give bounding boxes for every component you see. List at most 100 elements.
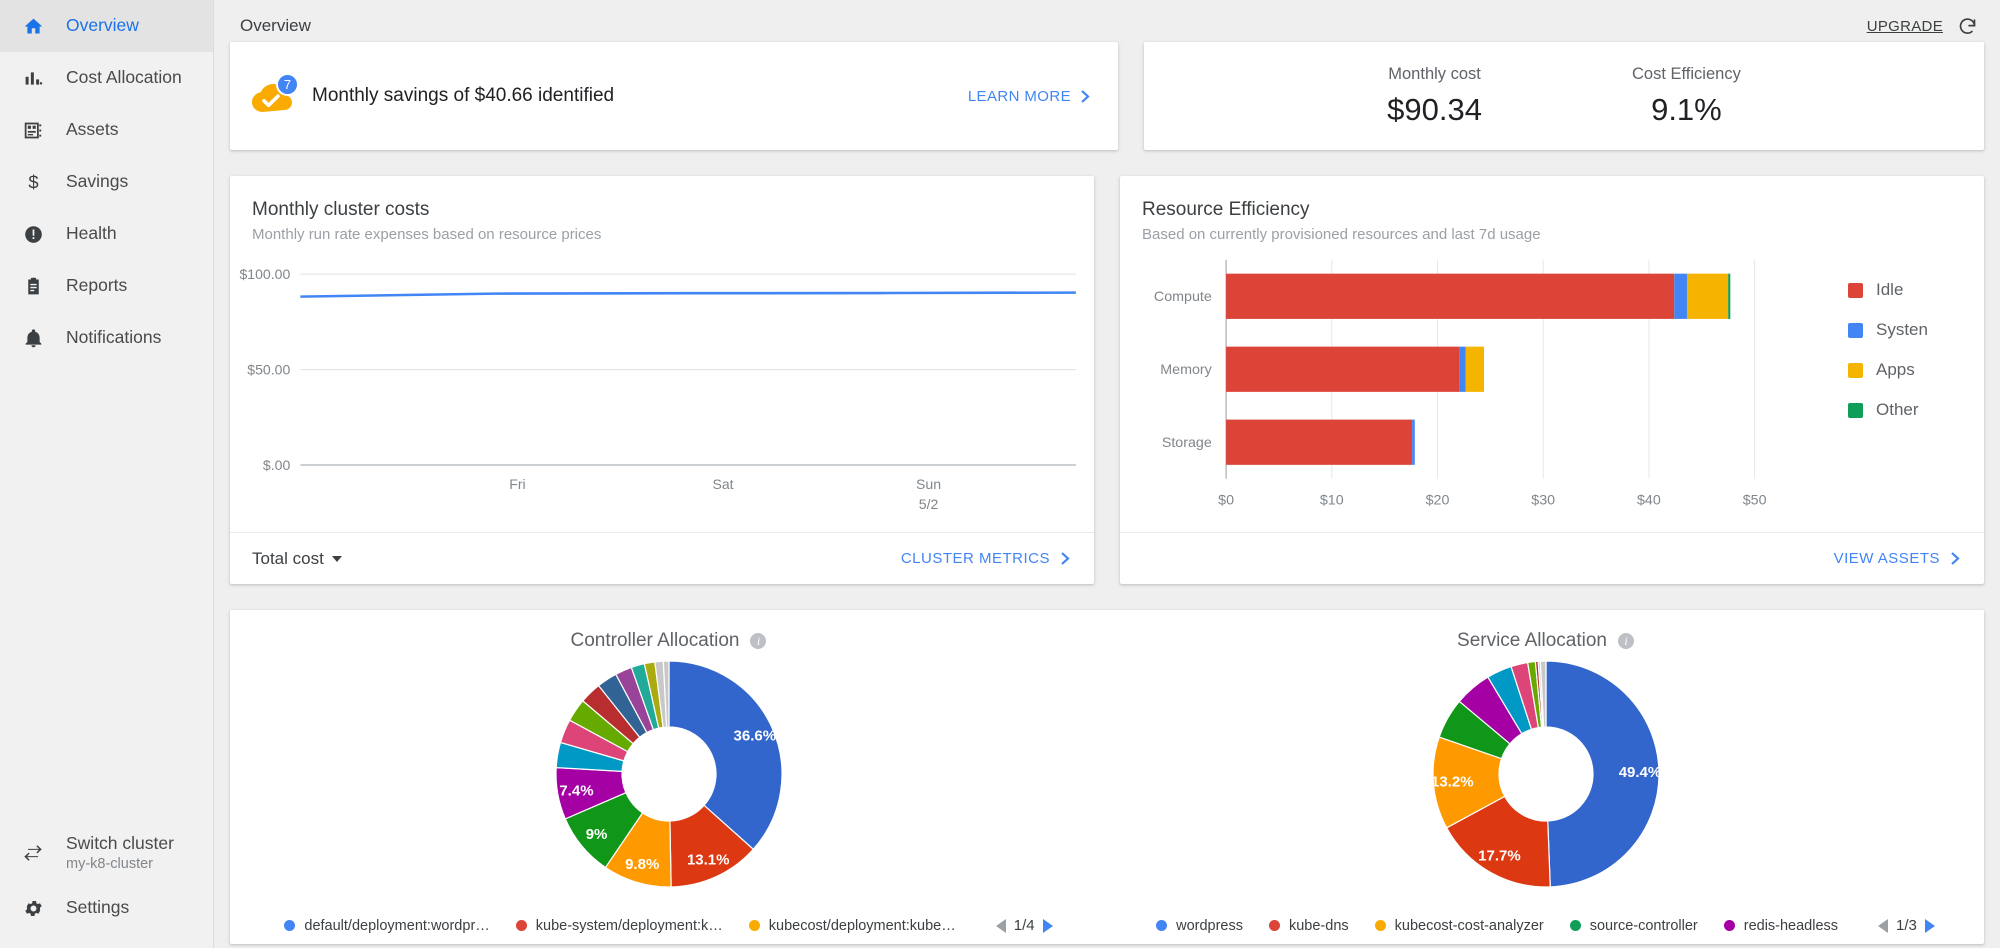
upgrade-button[interactable]: UPGRADE	[1867, 18, 1943, 35]
legend-label: kube-system/deployment:k…	[535, 917, 723, 934]
learn-more-label: LEARN MORE	[967, 87, 1071, 105]
controller-allocation-chart[interactable]: 36.6% 13.1% 9.8% 9% 7.4%	[553, 658, 785, 890]
metric-label: Cost Efficiency	[1632, 64, 1741, 83]
sidebar-item-cost-allocation[interactable]: Cost Allocation	[0, 52, 213, 104]
metric-label: Monthly cost	[1388, 64, 1481, 83]
sidebar-item-label: Reports	[66, 275, 128, 296]
legend-label: kubecost/deployment:kube…	[768, 917, 956, 934]
bar-chart-icon	[22, 67, 44, 89]
legend-item[interactable]: kubecost/deployment:kube…	[748, 917, 956, 934]
alert-icon	[22, 223, 44, 245]
savings-message: Monthly savings of $40.66 identified	[312, 85, 615, 106]
metric-value: 9.1%	[1651, 91, 1722, 127]
legend-item[interactable]: default/deployment:wordpr…	[284, 917, 490, 934]
legend-label: Systen	[1876, 320, 1928, 340]
info-icon[interactable]: i	[1617, 633, 1634, 649]
sidebar-item-reports[interactable]: Reports	[0, 260, 213, 312]
legend-label: source-controller	[1589, 917, 1698, 934]
legend-dot	[1374, 920, 1386, 931]
sidebar-item-label: Health	[66, 223, 117, 244]
home-icon	[22, 15, 44, 37]
service-donut-wrap: 49.4% 17.7% 13.2%	[1430, 658, 1662, 895]
next-page-arrow-icon[interactable]	[1042, 918, 1053, 933]
svg-text:Storage: Storage	[1162, 434, 1212, 450]
info-icon[interactable]: i	[750, 633, 767, 649]
total-cost-dropdown[interactable]: Total cost	[252, 549, 342, 569]
svg-text:Memory: Memory	[1160, 361, 1212, 377]
view-assets-label: VIEW ASSETS	[1833, 550, 1940, 567]
next-page-arrow-icon[interactable]	[1924, 918, 1935, 933]
svg-text:$.00: $.00	[263, 457, 291, 473]
legend-item[interactable]: wordpress	[1156, 918, 1243, 934]
svg-text:$0: $0	[1218, 492, 1234, 508]
sidebar-item-health[interactable]: Health	[0, 208, 213, 260]
legend-item[interactable]: Apps	[1848, 360, 1984, 380]
legend-label: kubecost-cost-analyzer	[1394, 917, 1544, 934]
legend-item[interactable]: redis-headless	[1723, 918, 1838, 934]
savings-message-group: 7 Monthly savings of $40.66 identified	[252, 73, 968, 116]
sidebar-item-settings[interactable]: Settings	[0, 882, 213, 934]
legend-item[interactable]: Systen	[1848, 320, 1984, 340]
svg-text:$10: $10	[1320, 492, 1344, 508]
sidebar-nav: Overview Cost Allocation Assets $ Saving…	[0, 0, 213, 364]
legend-dot	[284, 920, 296, 931]
savings-card: 7 Monthly savings of $40.66 identified L…	[230, 42, 1118, 150]
page-indicator: 1/3	[1896, 917, 1917, 934]
cluster-metrics-link[interactable]: CLUSTER METRICS	[901, 550, 1072, 567]
resource-efficiency-card: Resource Efficiency Based on currently p…	[1120, 176, 1984, 584]
legend-item[interactable]: source-controller	[1569, 917, 1698, 934]
legend-pager: 1/4	[995, 917, 1053, 934]
svg-text:13.2%: 13.2%	[1431, 774, 1474, 791]
sidebar-item-assets[interactable]: Assets	[0, 104, 213, 156]
clipboard-icon	[22, 275, 44, 297]
chevron-right-icon	[1061, 552, 1070, 565]
controller-allocation-panel: Controller Allocation i 36.6% 13.1% 9.8% 9%…	[230, 610, 1107, 944]
legend-item[interactable]: kube-system/deployment:k…	[515, 917, 723, 934]
sidebar-item-savings[interactable]: $ Savings	[0, 156, 213, 208]
previous-page-arrow-icon[interactable]	[995, 918, 1006, 933]
controller-allocation-title: Controller Allocation i	[571, 630, 767, 652]
service-allocation-chart[interactable]: 49.4% 17.7% 13.2%	[1430, 658, 1662, 890]
sidebar-item-notifications[interactable]: Notifications	[0, 312, 213, 364]
legend-label: Other	[1876, 400, 1919, 420]
svg-text:Sat: Sat	[712, 476, 733, 492]
legend-dot	[515, 920, 527, 931]
legend-swatch	[1848, 322, 1863, 338]
view-assets-link[interactable]: VIEW ASSETS	[1834, 550, 1962, 567]
controller-allocation-legend: default/deployment:wordpr… kube-system/de…	[230, 917, 1107, 934]
previous-page-arrow-icon[interactable]	[1878, 918, 1889, 933]
learn-more-link[interactable]: LEARN MORE	[968, 88, 1092, 105]
total-cost-label: Total cost	[252, 548, 324, 568]
svg-text:Compute: Compute	[1154, 288, 1212, 304]
legend-label: wordpress	[1176, 917, 1243, 934]
sidebar-item-overview[interactable]: Overview	[0, 0, 213, 52]
allocation-card: Controller Allocation i 36.6% 13.1% 9.8% 9%…	[230, 610, 1984, 944]
monthly-cluster-costs-chart[interactable]: $.00 $50.00 $100.00 Fri Sat Sun 5/2	[230, 246, 1094, 537]
savings-count-badge: 7	[276, 73, 299, 96]
swap-arrows-icon	[22, 842, 44, 864]
legend-label: default/deployment:wordpr…	[304, 917, 490, 934]
svg-text:9.8%: 9.8%	[625, 856, 659, 873]
chart-title: Resource Efficiency	[1142, 199, 1310, 220]
cluster-metrics-label: CLUSTER METRICS	[900, 550, 1050, 567]
line-chart-body: $.00 $50.00 $100.00 Fri Sat Sun 5/2	[230, 246, 1094, 532]
sidebar-item-label: Notifications	[66, 327, 162, 348]
legend-swatch	[1848, 282, 1863, 298]
svg-text:7.4%: 7.4%	[559, 782, 593, 799]
switch-cluster-button[interactable]: Switch cluster my-k8-cluster	[0, 824, 213, 882]
svg-text:$: $	[28, 172, 38, 193]
sidebar-item-label: Assets	[66, 119, 119, 140]
legend-item[interactable]: Other	[1848, 400, 1984, 420]
chart-footer: VIEW ASSETS	[1120, 532, 1984, 584]
svg-text:13.1%: 13.1%	[686, 851, 729, 868]
legend-item[interactable]: kube-dns	[1268, 918, 1349, 934]
svg-text:$20: $20	[1426, 492, 1450, 508]
monthly-cluster-costs-card: Monthly cluster costs Monthly run rate e…	[230, 176, 1094, 584]
legend-item[interactable]: Idle	[1848, 280, 1984, 300]
resource-efficiency-chart[interactable]: $0 $10 $20 $30 $40 $50 Compute Memory Storage	[1120, 246, 1834, 532]
chart-header: Resource Efficiency Based on currently p…	[1120, 176, 1984, 246]
legend-item[interactable]: kubecost-cost-analyzer	[1374, 917, 1544, 934]
svg-text:36.6%: 36.6%	[733, 728, 776, 745]
refresh-icon[interactable]	[1957, 16, 1978, 37]
charts-row: Monthly cluster costs Monthly run rate e…	[230, 176, 1984, 584]
